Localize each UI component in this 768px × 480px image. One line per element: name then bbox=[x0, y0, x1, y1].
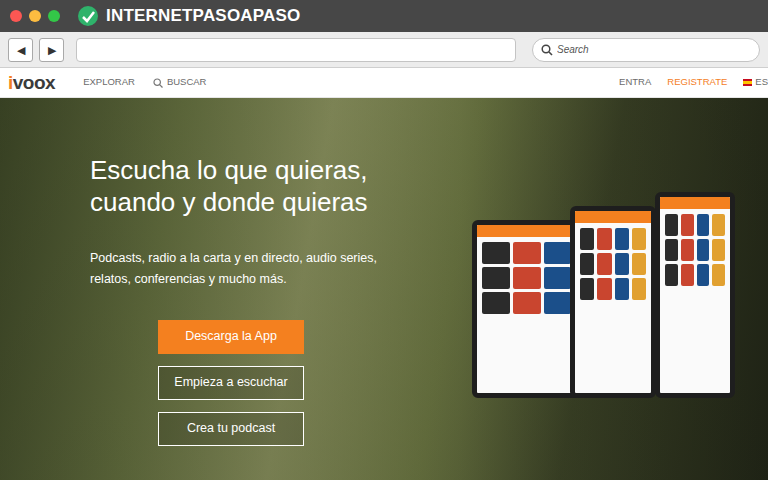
hero-banner: Escucha lo que quieras,cuando y donde qu… bbox=[0, 98, 768, 480]
search-icon bbox=[541, 44, 553, 56]
cta-button[interactable]: Empieza a escuchar bbox=[158, 366, 304, 400]
cta-button[interactable]: Crea tu podcast bbox=[158, 412, 304, 446]
forward-button[interactable]: ▶ bbox=[39, 38, 64, 62]
cta-button[interactable]: Descarga la App bbox=[158, 320, 304, 354]
browser-toolbar: ◀▶ bbox=[0, 32, 768, 68]
hero-copy: Escucha lo que quieras,cuando y donde qu… bbox=[0, 98, 400, 446]
hero-subtitle: Podcasts, radio a la carta y en directo,… bbox=[90, 248, 400, 289]
browser-titlebar: INTERNETPASOAPASO bbox=[0, 0, 768, 32]
close-button[interactable] bbox=[10, 10, 22, 22]
search-field[interactable] bbox=[532, 38, 760, 62]
back-button[interactable]: ◀ bbox=[8, 38, 33, 62]
phone-device bbox=[570, 206, 656, 398]
address-bar[interactable] bbox=[76, 38, 516, 62]
phone-device bbox=[655, 192, 735, 398]
account-link[interactable]: REGISTRATE bbox=[667, 75, 727, 89]
logo-mark: i bbox=[8, 72, 13, 93]
search-icon bbox=[153, 78, 163, 88]
minimize-button[interactable] bbox=[29, 10, 41, 22]
site-logo-icon bbox=[77, 5, 99, 27]
site-navbar: ivoox EXPLORAR BUSCAR ENTRA REGISTRATE ES bbox=[0, 68, 768, 98]
hero-title: Escucha lo que quieras,cuando y donde qu… bbox=[90, 154, 400, 218]
spain-flag-icon bbox=[743, 79, 752, 86]
nav-link[interactable]: EXPLORAR bbox=[83, 75, 135, 89]
ivoox-logo[interactable]: ivoox bbox=[8, 73, 55, 92]
logo-text: voox bbox=[13, 72, 55, 93]
site-logo: INTERNETPASOAPASO bbox=[106, 3, 301, 29]
nav-link[interactable]: BUSCAR bbox=[153, 75, 207, 89]
devices-picture bbox=[470, 186, 762, 402]
account-links: ENTRA REGISTRATE ES bbox=[619, 75, 768, 89]
language-selector[interactable]: ES bbox=[743, 75, 768, 89]
account-link[interactable]: ENTRA bbox=[619, 75, 651, 89]
maximize-button[interactable] bbox=[48, 10, 60, 22]
hero-actions: Descarga la App Empieza a escuchar Crea tu… bbox=[158, 320, 304, 446]
search-input[interactable] bbox=[557, 42, 751, 57]
